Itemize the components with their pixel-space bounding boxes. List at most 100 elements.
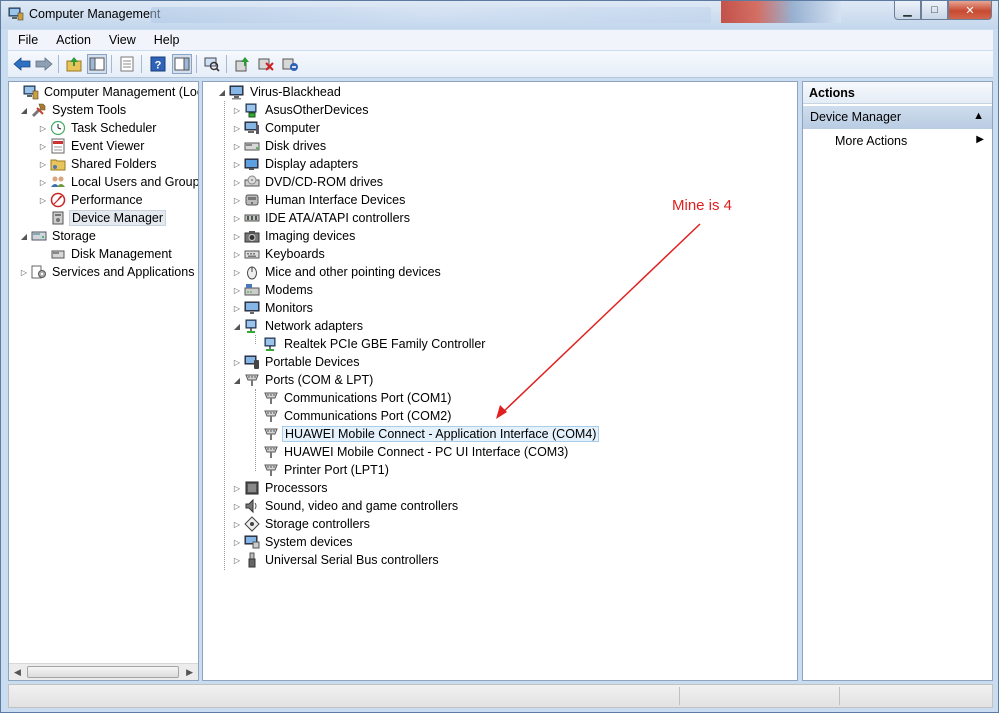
scroll-left-icon[interactable]: ◀: [14, 667, 21, 678]
device-tree-item[interactable]: ▷ System devices: [232, 533, 355, 551]
horizontal-scrollbar[interactable]: ◀ ▶: [9, 663, 198, 680]
tree-root-computer[interactable]: ◢ Virus-Blackhead: [217, 83, 343, 101]
more-actions-link[interactable]: More Actions: [835, 134, 907, 148]
actions-section-device-manager[interactable]: Device Manager ▲: [803, 106, 992, 129]
update-driver-icon[interactable]: [232, 54, 252, 74]
expander-icon[interactable]: ▷: [232, 538, 242, 547]
expander-icon[interactable]: ▷: [232, 502, 242, 511]
tree-root-computer-management[interactable]: Computer Management (Local: [11, 83, 198, 101]
expander-icon[interactable]: ▷: [19, 268, 29, 277]
disable-device-icon[interactable]: [256, 54, 276, 74]
port-icon: [263, 444, 279, 460]
properties-icon[interactable]: [117, 54, 137, 74]
menu-view[interactable]: View: [99, 33, 144, 47]
device-tree-item[interactable]: ▷ Mice and other pointing devices: [232, 263, 443, 281]
left-tree-item[interactable]: Disk Management: [38, 245, 174, 263]
scroll-right-icon[interactable]: ▶: [186, 667, 193, 678]
device-tree-item[interactable]: ◢ Ports (COM & LPT): [232, 371, 375, 389]
title-bar[interactable]: Computer Management ▁ □ ✕: [1, 1, 998, 29]
device-tree-item[interactable]: ▷ Keyboards: [232, 245, 327, 263]
left-tree-item[interactable]: Device Manager: [38, 209, 167, 227]
device-tree-item[interactable]: ▷ Storage controllers: [232, 515, 372, 533]
left-tree-item[interactable]: ▷ Performance: [38, 191, 145, 209]
expander-icon[interactable]: ▷: [232, 358, 242, 367]
submenu-arrow-icon[interactable]: ▶: [976, 134, 984, 145]
left-tree-item[interactable]: ▷ Task Scheduler: [38, 119, 158, 137]
device-tree-item[interactable]: ▷ Portable Devices: [232, 353, 362, 371]
expander-icon[interactable]: ▷: [38, 196, 48, 205]
menu-file[interactable]: File: [8, 33, 46, 47]
help-icon[interactable]: ?: [148, 54, 168, 74]
expander-icon[interactable]: ▷: [232, 520, 242, 529]
device-tree-item[interactable]: ▷ Monitors: [232, 299, 315, 317]
expander-icon[interactable]: ▷: [38, 124, 48, 133]
expander-icon[interactable]: ▷: [232, 160, 242, 169]
tree-label: Printer Port (LPT1): [284, 463, 389, 477]
back-arrow-icon[interactable]: [12, 54, 32, 74]
close-button[interactable]: ✕: [948, 1, 992, 20]
computer-management-app-icon: [8, 7, 24, 21]
device-tree-item[interactable]: ▷ Processors: [232, 479, 330, 497]
up-folder-icon[interactable]: [64, 54, 84, 74]
device-tree-item[interactable]: ▷ AsusOtherDevices: [232, 101, 371, 119]
device-tree-item[interactable]: HUAWEI Mobile Connect - PC UI Interface …: [251, 443, 570, 461]
device-tree-item[interactable]: ▷ Universal Serial Bus controllers: [232, 551, 441, 569]
expander-icon[interactable]: ▷: [232, 178, 242, 187]
left-tree-item[interactable]: ▷ Local Users and Groups: [38, 173, 198, 191]
device-tree-item[interactable]: ▷ Human Interface Devices: [232, 191, 407, 209]
expander-icon[interactable]: ◢: [19, 232, 29, 241]
expander-icon[interactable]: ▷: [38, 178, 48, 187]
device-tree-item[interactable]: ▷ Sound, video and game controllers: [232, 497, 460, 515]
expander-icon[interactable]: ▷: [232, 106, 242, 115]
show-hide-action-pane-icon[interactable]: [172, 54, 192, 74]
left-tree-item[interactable]: ▷ Shared Folders: [38, 155, 158, 173]
expander-icon[interactable]: ▷: [232, 304, 242, 313]
device-tree-item[interactable]: ▷ Modems: [232, 281, 315, 299]
minimize-button[interactable]: ▁: [894, 1, 921, 20]
performance-icon: [50, 192, 66, 208]
device-tree-item[interactable]: ▷ IDE ATA/ATAPI controllers: [232, 209, 412, 227]
scroll-thumb[interactable]: [27, 666, 179, 678]
left-tree-item[interactable]: ◢ System Tools: [19, 101, 128, 119]
expander-icon[interactable]: ◢: [19, 106, 29, 115]
expander-icon[interactable]: ▷: [232, 232, 242, 241]
expander-icon[interactable]: ▷: [232, 214, 242, 223]
storage-icon: [31, 228, 47, 244]
device-tree-item[interactable]: ▷ Computer: [232, 119, 322, 137]
expander-icon[interactable]: ◢: [217, 88, 227, 97]
network-adapter-icon: [263, 336, 279, 352]
menu-help[interactable]: Help: [144, 33, 188, 47]
menu-action[interactable]: Action: [46, 33, 99, 47]
device-tree-item[interactable]: HUAWEI Mobile Connect - Application Inte…: [251, 425, 600, 443]
show-hide-console-tree-icon[interactable]: [87, 54, 107, 74]
expander-icon[interactable]: ▷: [232, 124, 242, 133]
left-tree-item[interactable]: ▷ Services and Applications: [19, 263, 196, 281]
device-tree-item[interactable]: Communications Port (COM2): [251, 407, 453, 425]
device-tree-item[interactable]: Realtek PCIe GBE Family Controller: [251, 335, 487, 353]
expander-icon[interactable]: ▷: [38, 160, 48, 169]
scan-hardware-icon[interactable]: [202, 54, 222, 74]
uninstall-device-icon[interactable]: [280, 54, 300, 74]
expander-icon[interactable]: ▷: [232, 250, 242, 259]
device-tree-item[interactable]: ◢ Network adapters: [232, 317, 365, 335]
expander-icon[interactable]: ◢: [232, 376, 242, 385]
device-tree-item[interactable]: Communications Port (COM1): [251, 389, 453, 407]
maximize-button[interactable]: □: [921, 1, 948, 20]
device-tree-item[interactable]: ▷ DVD/CD-ROM drives: [232, 173, 385, 191]
device-tree-item[interactable]: ▷ Imaging devices: [232, 227, 357, 245]
left-tree-item[interactable]: ▷ Event Viewer: [38, 137, 146, 155]
expander-icon[interactable]: ▷: [232, 142, 242, 151]
left-tree-item[interactable]: ◢ Storage: [19, 227, 98, 245]
expander-icon[interactable]: ▷: [232, 556, 242, 565]
expander-icon[interactable]: ▷: [232, 484, 242, 493]
device-tree-item[interactable]: Printer Port (LPT1): [251, 461, 391, 479]
device-tree-item[interactable]: ▷ Disk drives: [232, 137, 328, 155]
forward-arrow-icon[interactable]: [34, 54, 54, 74]
collapse-triangle-icon[interactable]: ▲: [973, 110, 984, 122]
expander-icon[interactable]: ▷: [232, 268, 242, 277]
expander-icon[interactable]: ▷: [38, 142, 48, 151]
expander-icon[interactable]: ◢: [232, 322, 242, 331]
expander-icon[interactable]: ▷: [232, 286, 242, 295]
device-tree-item[interactable]: ▷ Display adapters: [232, 155, 360, 173]
expander-icon[interactable]: ▷: [232, 196, 242, 205]
